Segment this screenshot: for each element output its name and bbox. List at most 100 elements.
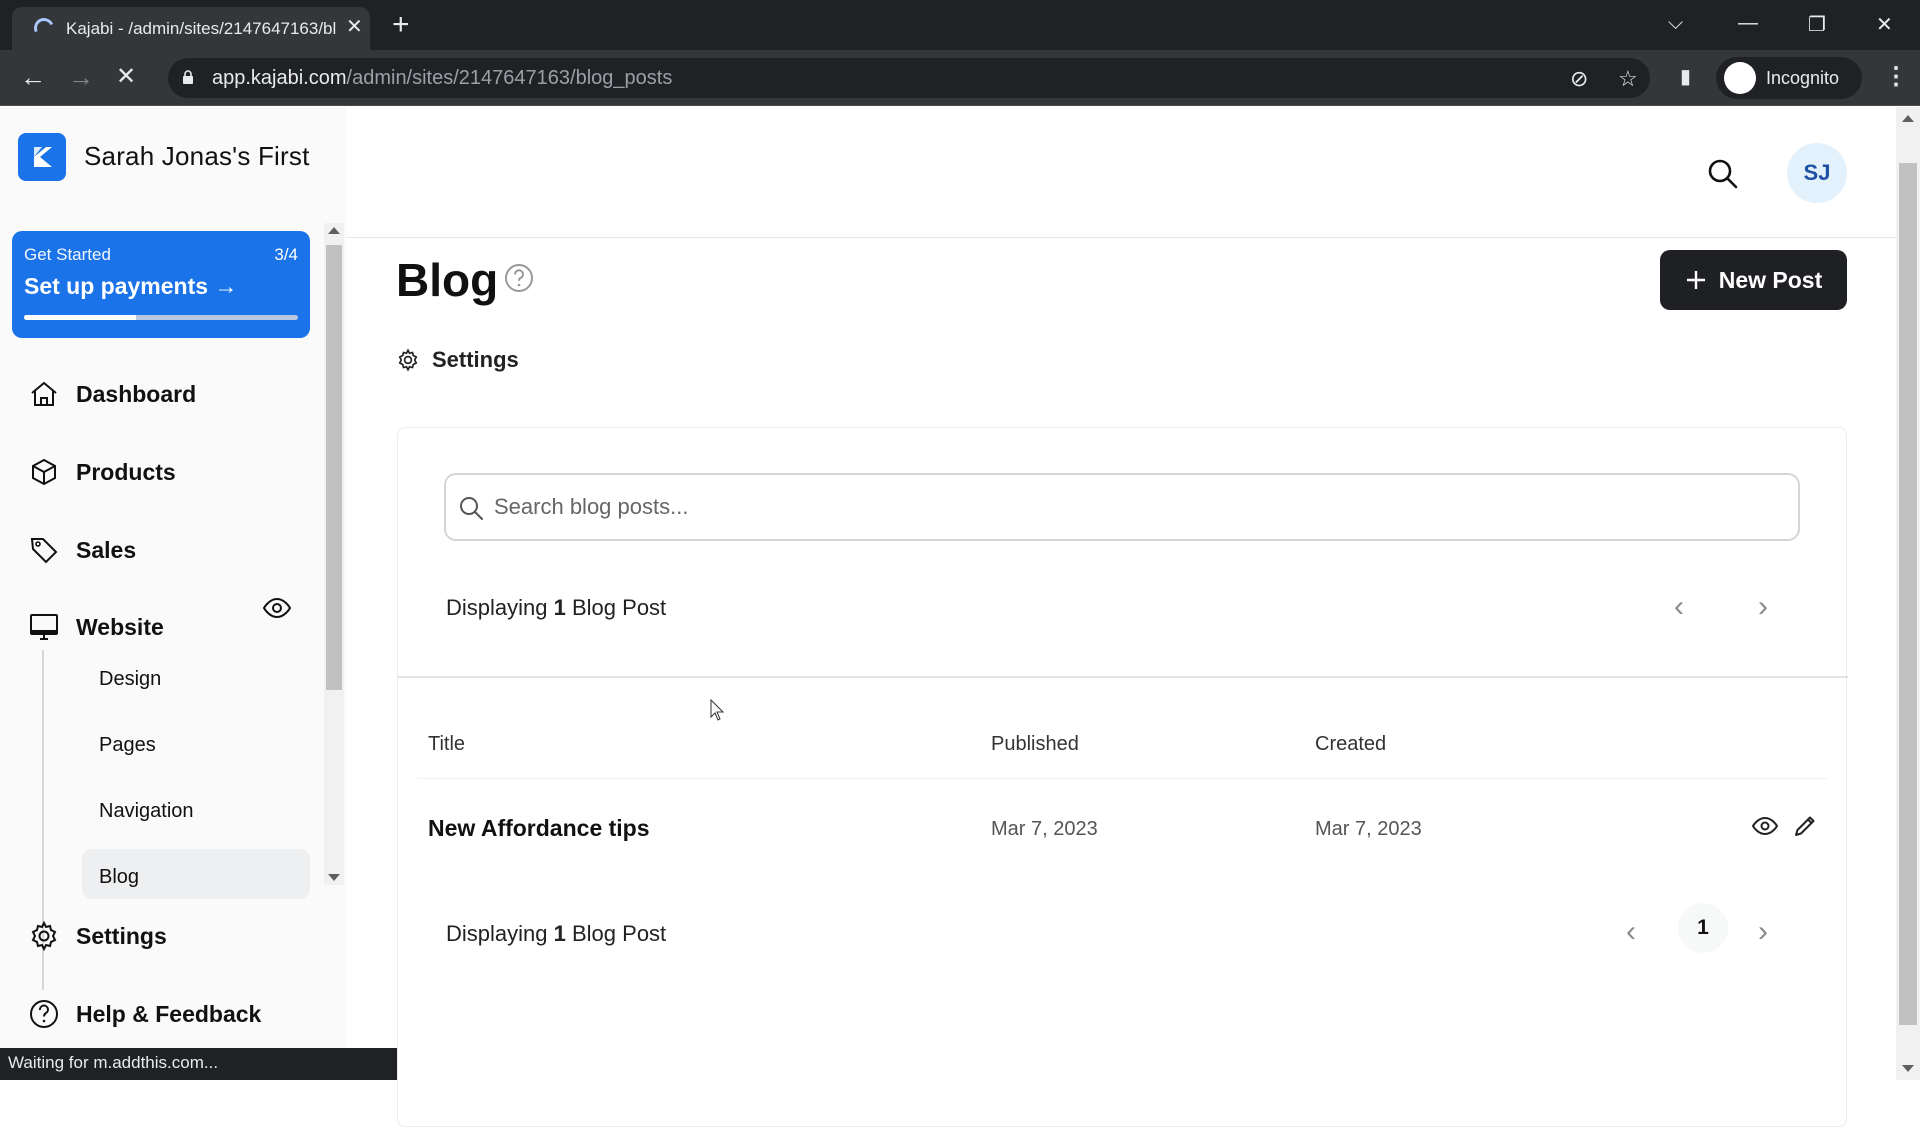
minimize-icon[interactable]: — — [1738, 12, 1758, 35]
sidebar-subitem-navigation[interactable]: Navigation — [99, 800, 194, 823]
page: Sarah Jonas's First Get Started 3/4 Set … — [0, 107, 1920, 1127]
search-icon — [460, 497, 483, 520]
url-path: /admin/sites/2147647163/blog_posts — [346, 67, 673, 89]
new-post-button[interactable]: New Post — [1660, 250, 1847, 310]
prev-page-icon[interactable]: ‹ — [1626, 917, 1636, 947]
incognito-label: Incognito — [1766, 68, 1840, 88]
displaying-count: 1 — [553, 921, 566, 946]
get-started-count: 3/4 — [274, 245, 298, 264]
search-icon[interactable] — [1706, 157, 1740, 191]
eye-icon[interactable] — [1751, 812, 1779, 840]
site-name[interactable]: Sarah Jonas's First — [84, 141, 310, 172]
sidebar-item-label: Website — [76, 613, 164, 640]
sidebar: Sarah Jonas's First Get Started 3/4 Set … — [0, 107, 346, 1080]
sidebar-scrollbar[interactable] — [324, 223, 344, 885]
tracking-protection-eye-off-icon[interactable]: ⊘ — [1570, 66, 1588, 92]
avatar[interactable]: SJ — [1787, 143, 1847, 203]
browser-menu-icon[interactable]: ⋮ — [1884, 62, 1908, 92]
column-header-title[interactable]: Title — [428, 733, 465, 756]
home-icon — [31, 381, 57, 406]
post-title[interactable]: New Affordance tips — [428, 815, 650, 842]
sidebar-item-label: Settings — [76, 922, 167, 949]
sidebar-item-label: Dashboard — [76, 380, 197, 407]
restore-icon[interactable]: ❐ — [1808, 12, 1826, 37]
new-tab-icon[interactable]: + — [392, 10, 410, 40]
get-started-progress — [24, 315, 298, 320]
next-page-icon[interactable]: › — [1758, 592, 1768, 622]
browser-tab-bar: Kajabi - /admin/sites/2147647163/blog_po… — [0, 0, 1920, 50]
sidebar-item-label: Sales — [76, 536, 137, 563]
arrow-right-icon: → — [214, 273, 238, 299]
displaying-count-top: Displaying 1 Blog Post — [446, 595, 666, 621]
lock-icon — [183, 70, 193, 84]
window-close-icon[interactable]: ✕ — [1876, 12, 1893, 37]
displaying-suffix: Blog Post — [572, 921, 667, 946]
tab-title: Kajabi - /admin/sites/2147647163/blog_po… — [66, 19, 336, 38]
displaying-count: 1 — [553, 595, 566, 620]
search-input[interactable] — [494, 489, 1774, 525]
header-divider — [346, 237, 1896, 238]
stop-loading-icon[interactable]: ✕ — [116, 62, 136, 92]
column-header-published[interactable]: Published — [991, 733, 1079, 756]
get-started-progress-fill — [24, 315, 137, 320]
sidebar-item-label: Products — [76, 458, 176, 485]
get-started-label: Get Started — [24, 245, 111, 264]
browser-toolbar: ← → ✕ app.kajabi.com/admin/sites/2147647… — [0, 50, 1920, 106]
url-host: app.kajabi.com — [212, 67, 347, 89]
kajabi-logo-icon[interactable] — [18, 133, 66, 181]
bookmark-star-icon[interactable]: ☆ — [1618, 66, 1638, 92]
blog-settings-label: Settings — [432, 347, 519, 372]
get-started-title-text: Set up payments — [24, 273, 209, 299]
column-header-created[interactable]: Created — [1315, 733, 1386, 756]
monitor-icon — [30, 614, 58, 640]
tab-close-icon[interactable]: ✕ — [346, 17, 363, 37]
gear-icon — [31, 920, 57, 952]
page-title: Blog — [396, 254, 499, 306]
pencil-icon[interactable] — [1791, 812, 1819, 840]
displaying-suffix: Blog Post — [572, 595, 667, 620]
blog-posts-card: Displaying 1 Blog Post ‹ › Title Publish… — [397, 427, 1848, 1127]
side-panel-icon[interactable]: ▮ — [1680, 64, 1691, 89]
sidebar-item-settings[interactable]: Settings — [28, 916, 167, 956]
eye-icon[interactable] — [262, 593, 292, 623]
sidebar-item-website[interactable]: Website — [28, 607, 298, 647]
browser-tab[interactable]: Kajabi - /admin/sites/2147647163/blog_po… — [12, 7, 370, 50]
scroll-down-arrow-icon[interactable] — [1902, 1065, 1914, 1072]
sidebar-item-products[interactable]: Products — [28, 452, 176, 492]
sidebar-scroll-thumb[interactable] — [326, 245, 342, 690]
tag-icon — [30, 538, 58, 564]
loading-spinner-icon — [31, 15, 57, 41]
incognito-profile-button[interactable]: Incognito — [1716, 57, 1862, 99]
back-icon[interactable]: ← — [20, 62, 46, 92]
scroll-up-arrow-icon[interactable] — [1902, 115, 1914, 122]
sidebar-item-help-feedback[interactable]: Help & Feedback — [28, 994, 261, 1034]
scroll-down-arrow-icon[interactable] — [328, 874, 340, 881]
sidebar-subitem-blog[interactable]: Blog — [99, 866, 139, 889]
address-bar[interactable]: app.kajabi.com/admin/sites/2147647163/bl… — [168, 58, 1650, 98]
page-scrollbar[interactable] — [1896, 107, 1920, 1080]
sidebar-item-dashboard[interactable]: Dashboard — [28, 374, 196, 414]
get-started-title: Set up payments → — [24, 273, 237, 300]
help-icon — [30, 1000, 58, 1028]
prev-page-icon[interactable]: ‹ — [1674, 592, 1684, 622]
blog-settings-link[interactable]: Settings — [396, 347, 519, 373]
page-scroll-thumb[interactable] — [1899, 163, 1917, 1025]
sidebar-subitem-design[interactable]: Design — [99, 668, 161, 691]
post-created-date: Mar 7, 2023 — [1315, 818, 1422, 840]
header-row-divider — [418, 778, 1828, 779]
plus-icon — [1686, 271, 1705, 289]
displaying-prefix: Displaying — [446, 595, 548, 620]
box-icon — [32, 458, 56, 486]
sidebar-item-sales[interactable]: Sales — [28, 530, 136, 570]
sidebar-item-label: Help & Feedback — [76, 1000, 262, 1027]
next-page-icon[interactable]: › — [1758, 917, 1768, 947]
sidebar-subitem-pages[interactable]: Pages — [99, 734, 156, 757]
scroll-up-arrow-icon[interactable] — [328, 227, 340, 234]
help-circle-icon[interactable] — [504, 263, 534, 293]
page-number-button[interactable]: 1 — [1678, 903, 1728, 953]
get-started-card[interactable]: Get Started 3/4 Set up payments → — [12, 231, 310, 338]
tab-search-icon[interactable]: ⌵ — [1668, 12, 1683, 35]
forward-icon[interactable]: → — [68, 62, 94, 92]
search-blog-posts[interactable] — [444, 473, 1800, 541]
gear-icon — [398, 348, 418, 372]
